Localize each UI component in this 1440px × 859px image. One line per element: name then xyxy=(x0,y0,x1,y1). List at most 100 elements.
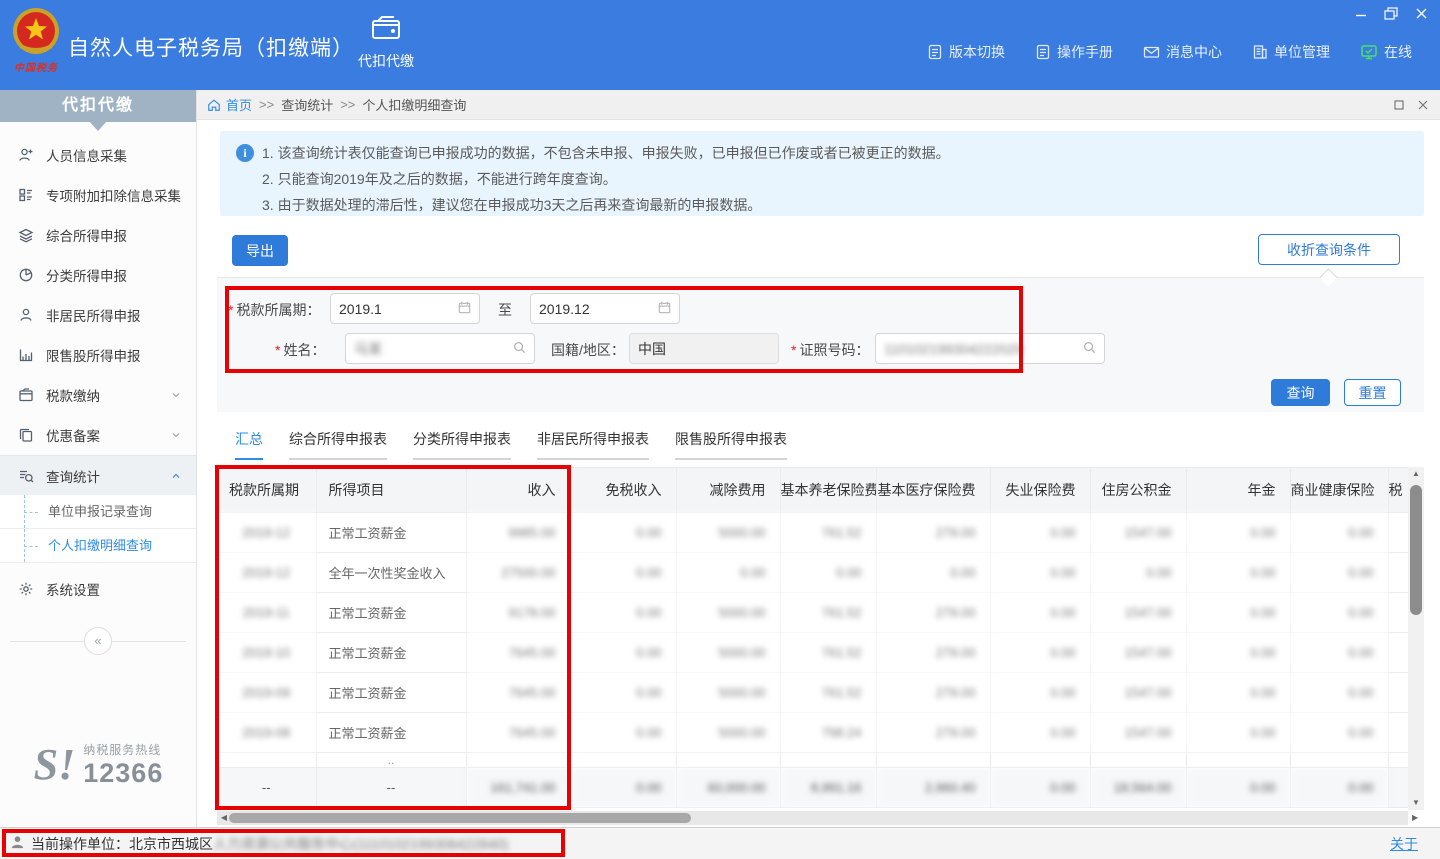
table-cell: 5000.00 xyxy=(676,592,780,632)
horizontal-scroll-thumb[interactable] xyxy=(229,813,691,823)
panel-close-button[interactable] xyxy=(1418,98,1428,113)
minimize-button[interactable] xyxy=(1352,4,1370,22)
vertical-scrollbar[interactable]: ▲ ▼ xyxy=(1408,467,1424,810)
table-cell: 0.00 xyxy=(1290,767,1388,807)
sidebar-item-personnel-info[interactable]: 人员信息采集 xyxy=(0,135,196,175)
sidebar-collapse-button[interactable]: « xyxy=(84,627,112,655)
table-cell: 279.00 xyxy=(876,512,990,552)
collapse-query-button[interactable]: 收折查询条件 xyxy=(1258,234,1400,265)
query-button[interactable]: 查询 xyxy=(1271,379,1330,406)
id-number-input[interactable]: 110102199304222029 xyxy=(875,333,1105,364)
period-label: *税款所属期： xyxy=(228,300,320,320)
tab-summary[interactable]: 汇总 xyxy=(235,429,263,460)
table-cell: 279.00 xyxy=(876,592,990,632)
table-cell: 0.00 xyxy=(990,512,1090,552)
table-cell: -- xyxy=(217,767,316,807)
table-cell: 0.00 xyxy=(1290,552,1388,592)
close-button[interactable] xyxy=(1412,4,1430,22)
sidebar-item-preference-filing[interactable]: 优惠备案 xyxy=(0,415,196,455)
sidebar-item-tax-payment[interactable]: 税款缴纳 xyxy=(0,375,196,415)
breadcrumb-separator: >> xyxy=(340,97,355,112)
table-cell: 761.52 xyxy=(780,672,876,712)
period-to-input[interactable]: 2019.12 xyxy=(530,293,680,324)
sidebar-item-query-statistics[interactable]: 查询统计 xyxy=(0,455,196,495)
vertical-scroll-thumb[interactable] xyxy=(1410,485,1422,615)
table-row: 2019-10正常工资薪金7645.000.005000.00761.52279… xyxy=(217,632,1408,672)
menu-label: 消息中心 xyxy=(1166,42,1222,62)
nationality-input: 中国 xyxy=(629,333,779,364)
name-input[interactable]: 马某 xyxy=(345,333,535,364)
table-cell xyxy=(990,752,1090,767)
hotline-number: 12366 xyxy=(83,758,163,789)
export-button[interactable]: 导出 xyxy=(232,235,288,266)
sidebar-item-label: 人员信息采集 xyxy=(46,145,127,165)
tab-nonresident-income[interactable]: 非居民所得申报表 xyxy=(537,429,649,460)
menu-label: 在线 xyxy=(1384,42,1412,62)
restore-button[interactable] xyxy=(1382,4,1400,22)
breadcrumb-home-link[interactable]: 首页 xyxy=(207,95,252,114)
breadcrumb: 首页 >> 查询统计 >> 个人扣缴明细查询 xyxy=(197,90,1440,120)
menu-unit-management[interactable]: 单位管理 xyxy=(1252,42,1330,62)
scroll-down-arrow[interactable]: ▼ xyxy=(1408,796,1424,810)
calendar-icon xyxy=(457,300,472,315)
column-header: 免税收入 xyxy=(570,468,676,512)
menu-online-status[interactable]: 在线 xyxy=(1360,42,1412,62)
period-from-input[interactable]: 2019.1 xyxy=(330,293,480,324)
sidebar-item-restricted-stock[interactable]: 限售股所得申报 xyxy=(0,335,196,375)
header-menu: 版本切换 操作手册 消息中心 单位管理 在线 xyxy=(927,42,1412,62)
table-cell xyxy=(1388,512,1408,552)
table-cell: 8,991.16 xyxy=(780,767,876,807)
sidebar-item-label: 查询统计 xyxy=(46,466,100,486)
breadcrumb-separator: >> xyxy=(259,97,274,112)
tab-classified-income[interactable]: 分类所得申报表 xyxy=(413,429,511,460)
menu-label: 版本切换 xyxy=(949,42,1005,62)
menu-version-switch[interactable]: 版本切换 xyxy=(927,42,1005,62)
scroll-up-arrow[interactable]: ▲ xyxy=(1408,467,1424,481)
table-row: 2019-09正常工资薪金7645.000.005000.00761.52279… xyxy=(217,672,1408,712)
menu-manual[interactable]: 操作手册 xyxy=(1035,42,1113,62)
scroll-right-arrow[interactable]: ▶ xyxy=(1412,813,1418,822)
table-cell xyxy=(570,752,676,767)
about-link[interactable]: 关于 xyxy=(1390,834,1418,854)
panel-controls xyxy=(1394,98,1428,113)
id-number-value: 110102199304222029 xyxy=(884,341,1023,357)
minimize-icon xyxy=(1355,7,1367,19)
sidebar-item-label: 专项附加扣除信息采集 xyxy=(46,185,181,205)
table-cell: 0.00 xyxy=(876,552,990,592)
table-cell: 0.00 xyxy=(990,672,1090,712)
column-header: 减除费用 xyxy=(676,468,780,512)
sidebar-subitem-unit-declare-query[interactable]: 单位申报记录查询 xyxy=(0,495,196,529)
sidebar-item-label: 综合所得申报 xyxy=(46,225,127,245)
horizontal-scrollbar[interactable]: ◀ xyxy=(217,811,1408,825)
table-cell: 1547.00 xyxy=(1090,712,1186,752)
tab-comprehensive-income[interactable]: 综合所得申报表 xyxy=(289,429,387,460)
sidebar-item-special-deduction[interactable]: 专项附加扣除信息采集 xyxy=(0,175,196,215)
tab-restricted-stock[interactable]: 限售股所得申报表 xyxy=(675,429,787,460)
pie-chart-icon xyxy=(18,267,34,283)
menu-message-center[interactable]: 消息中心 xyxy=(1143,42,1222,62)
module-tab-daikou[interactable]: 代扣代缴 xyxy=(348,14,424,71)
sidebar-item-comprehensive-income[interactable]: 综合所得申报 xyxy=(0,215,196,255)
sidebar-item-system-settings[interactable]: 系统设置 xyxy=(0,569,196,609)
table-row: 2019-12正常工资薪金9985.000.005000.00761.52279… xyxy=(217,512,1408,552)
sidebar-item-nonresident-income[interactable]: 非居民所得申报 xyxy=(0,295,196,335)
table-cell: 5000.00 xyxy=(676,672,780,712)
table-cell: 0.00 xyxy=(676,552,780,592)
breadcrumb-page: 个人扣缴明细查询 xyxy=(362,95,466,114)
window-controls xyxy=(1352,4,1430,22)
table-cell: 161,741.00 xyxy=(466,767,570,807)
column-header: 失业保险费 xyxy=(990,468,1090,512)
sidebar-item-classified-income[interactable]: 分类所得申报 xyxy=(0,255,196,295)
current-unit-redacted: 人力资源公共服务中心(1110102199306422840) xyxy=(213,834,508,854)
table-cell xyxy=(1388,752,1408,767)
table-cell: 0.00 xyxy=(1186,672,1290,712)
table-cell xyxy=(1388,712,1408,752)
app-header: 中国税务 自然人电子税务局（扣缴端） 代扣代缴 版本切换 操作手册 xyxy=(0,0,1440,90)
reset-button[interactable]: 重置 xyxy=(1344,379,1401,406)
table-cell: 0.00 xyxy=(1290,592,1388,632)
sidebar-subitem-personal-withholding-query[interactable]: 个人扣缴明细查询 xyxy=(0,529,196,563)
panel-maximize-button[interactable] xyxy=(1394,98,1404,113)
table-cell: 1547.00 xyxy=(1090,632,1186,672)
column-header: 收入 xyxy=(466,468,570,512)
table-cell: 761.52 xyxy=(780,632,876,672)
